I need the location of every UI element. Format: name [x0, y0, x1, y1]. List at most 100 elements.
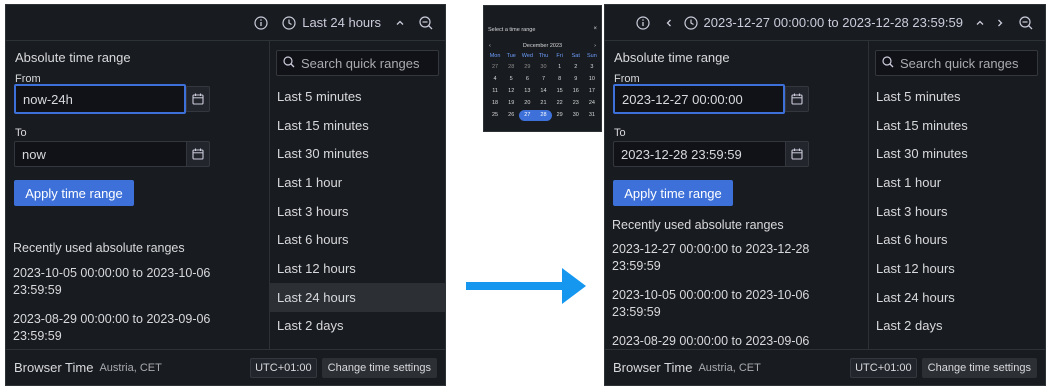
- calendar-icon[interactable]: [785, 86, 809, 112]
- calendar-day[interactable]: 29: [552, 110, 568, 121]
- calendar-day[interactable]: 24: [584, 98, 600, 109]
- quick-range-item[interactable]: Last 1 hour: [270, 168, 445, 197]
- chevron-up-icon: [975, 18, 985, 28]
- calendar-day[interactable]: 1: [552, 62, 568, 73]
- quick-range-item[interactable]: Last 30 minutes: [869, 139, 1045, 168]
- search-icon: [882, 55, 894, 71]
- quick-range-item-active[interactable]: Last 24 hours: [270, 282, 445, 312]
- picker-footer: Browser Time Austria, CET UTC+01:00 Chan…: [605, 349, 1045, 385]
- calendar-day[interactable]: 8: [552, 74, 568, 85]
- calendar-icon[interactable]: [186, 86, 210, 112]
- calendar-day[interactable]: 15: [552, 86, 568, 97]
- calendar-day[interactable]: 13: [519, 86, 535, 97]
- quick-ranges-section: Search quick ranges Last 5 minutes Last …: [270, 41, 445, 349]
- calendar-day-selected-start[interactable]: 27: [519, 110, 536, 121]
- recent-range-item[interactable]: 2023-08-29 00:00:00 to 2023-09-06: [612, 333, 857, 349]
- calendar-day[interactable]: 25: [487, 110, 503, 121]
- apply-time-range-button[interactable]: Apply time range: [613, 180, 733, 206]
- zoom-out-icon[interactable]: [413, 9, 439, 37]
- time-range-button[interactable]: 2023-12-27 00:00:00 to 2023-12-28 23:59:…: [682, 15, 988, 30]
- calendar-day[interactable]: 31: [584, 110, 600, 121]
- quick-range-item[interactable]: Last 6 hours: [869, 225, 1045, 254]
- search-quick-ranges[interactable]: Search quick ranges: [276, 50, 439, 76]
- transition-arrow: [466, 268, 586, 304]
- calendar-day[interactable]: 6: [519, 74, 535, 85]
- chevron-right-icon[interactable]: [989, 9, 1011, 37]
- quick-range-item[interactable]: Last 24 hours: [869, 283, 1045, 312]
- chevron-left-icon[interactable]: ‹: [489, 43, 491, 49]
- recent-range-item[interactable]: 2023-10-05 00:00:00 to 2023-10-06 23:59:…: [13, 265, 258, 299]
- to-input[interactable]: now: [14, 141, 186, 167]
- calendar-day[interactable]: 10: [584, 74, 600, 85]
- to-input[interactable]: 2023-12-28 23:59:59: [613, 141, 785, 167]
- calendar-day[interactable]: 9: [568, 74, 584, 85]
- recent-ranges-title: Recently used absolute ranges: [612, 218, 784, 232]
- calendar-day[interactable]: 5: [503, 74, 519, 85]
- calendar-day[interactable]: 18: [487, 98, 503, 109]
- calendar-day[interactable]: 30: [535, 62, 551, 73]
- quick-range-item[interactable]: Last 5 minutes: [270, 82, 445, 111]
- quick-range-list: Last 5 minutes Last 15 minutes Last 30 m…: [270, 82, 445, 340]
- calendar-day[interactable]: 27: [487, 62, 503, 73]
- quick-range-item[interactable]: Last 15 minutes: [270, 111, 445, 140]
- recent-range-item[interactable]: 2023-08-29 00:00:00 to 2023-09-06 23:59:…: [13, 311, 258, 345]
- quick-range-item[interactable]: Last 30 minutes: [270, 139, 445, 168]
- calendar-day[interactable]: 14: [535, 86, 551, 97]
- to-field: now: [14, 141, 210, 167]
- quick-range-item[interactable]: Last 3 hours: [869, 197, 1045, 226]
- calendar-day[interactable]: 2: [568, 62, 584, 73]
- recent-range-item[interactable]: 2023-12-27 00:00:00 to 2023-12-28 23:59:…: [612, 241, 857, 275]
- calendar-month-nav: ‹ December 2023 ›: [484, 41, 601, 50]
- time-range-label: Last 24 hours: [302, 15, 381, 30]
- zoom-out-icon[interactable]: [1013, 9, 1039, 37]
- recent-ranges-title: Recently used absolute ranges: [13, 241, 185, 255]
- calendar-day[interactable]: 29: [519, 62, 535, 73]
- calendar-day-selected-end[interactable]: 28: [535, 110, 552, 121]
- calendar-day[interactable]: 26: [503, 110, 519, 121]
- calendar-day[interactable]: 7: [535, 74, 551, 85]
- quick-range-item[interactable]: Last 6 hours: [270, 225, 445, 254]
- change-time-settings-button[interactable]: Change time settings: [321, 357, 437, 378]
- quick-range-item[interactable]: Last 2 days: [869, 312, 1045, 341]
- browser-time-label: Browser Time: [613, 360, 693, 375]
- clock-icon: [683, 15, 698, 30]
- quick-ranges-section: Search quick ranges Last 5 minutes Last …: [869, 41, 1045, 349]
- calendar-day[interactable]: 3: [584, 62, 600, 73]
- calendar-day[interactable]: 16: [568, 86, 584, 97]
- quick-range-item[interactable]: Last 12 hours: [270, 254, 445, 283]
- quick-range-item[interactable]: Last 1 hour: [869, 168, 1045, 197]
- calendar-day[interactable]: 21: [535, 98, 551, 109]
- quick-range-item[interactable]: Last 15 minutes: [869, 111, 1045, 140]
- change-time-settings-button[interactable]: Change time settings: [921, 357, 1037, 378]
- apply-time-range-button[interactable]: Apply time range: [14, 180, 134, 206]
- time-range-button[interactable]: Last 24 hours: [276, 15, 411, 30]
- search-placeholder: Search quick ranges: [900, 55, 1019, 71]
- chevron-right-icon[interactable]: ›: [594, 43, 596, 49]
- close-icon[interactable]: ×: [593, 26, 597, 32]
- calendar-day[interactable]: 4: [487, 74, 503, 85]
- calendar-day[interactable]: 22: [552, 98, 568, 109]
- quick-range-item[interactable]: Last 5 minutes: [869, 82, 1045, 111]
- calendar-day[interactable]: 17: [584, 86, 600, 97]
- calendar-icon[interactable]: [186, 141, 210, 167]
- recent-range-item[interactable]: 2023-10-05 00:00:00 to 2023-10-06 23:59:…: [612, 287, 857, 321]
- info-icon[interactable]: [630, 9, 656, 37]
- search-quick-ranges[interactable]: Search quick ranges: [875, 50, 1038, 76]
- from-input[interactable]: now-24h: [14, 84, 186, 114]
- calendar-day[interactable]: 19: [503, 98, 519, 109]
- calendar-day[interactable]: 28: [503, 62, 519, 73]
- quick-range-item[interactable]: Last 3 hours: [270, 197, 445, 226]
- calendar-day[interactable]: 20: [519, 98, 535, 109]
- calendar-icon[interactable]: [785, 141, 809, 167]
- calendar-day[interactable]: 23: [568, 98, 584, 109]
- from-input[interactable]: 2023-12-27 00:00:00: [613, 84, 785, 114]
- chevron-left-icon[interactable]: [658, 9, 680, 37]
- quick-range-item[interactable]: Last 2 days: [270, 312, 445, 341]
- timezone-label: Austria, CET: [99, 361, 162, 374]
- calendar-day[interactable]: 12: [503, 86, 519, 97]
- calendar-day[interactable]: 11: [487, 86, 503, 97]
- absolute-range-title: Absolute time range: [614, 50, 730, 65]
- quick-range-item[interactable]: Last 12 hours: [869, 254, 1045, 283]
- info-icon[interactable]: [248, 9, 274, 37]
- calendar-day[interactable]: 30: [568, 110, 584, 121]
